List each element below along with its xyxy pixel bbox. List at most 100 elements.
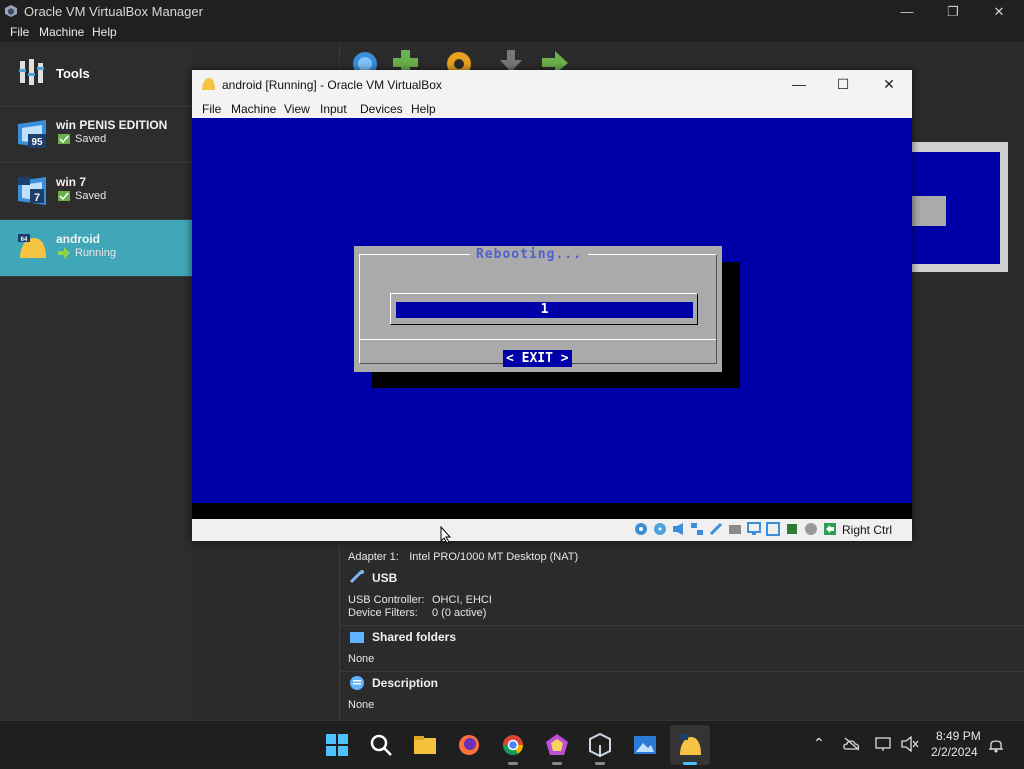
android-vm-taskbar-icon[interactable] xyxy=(678,733,702,757)
vm-state: Running xyxy=(75,247,116,259)
network-adapter-line: Adapter 1: Intel PRO/1000 MT Desktop (NA… xyxy=(348,547,578,565)
separator xyxy=(340,625,1024,626)
saved-state-icon xyxy=(58,191,70,201)
vm-name: win 7 xyxy=(56,175,87,189)
hard-disk-icon[interactable] xyxy=(634,522,648,536)
running-indicator xyxy=(508,762,518,765)
manager-minimize-button[interactable]: — xyxy=(884,0,930,23)
running-indicator xyxy=(552,762,562,765)
file-explorer-icon[interactable] xyxy=(413,733,437,757)
vm-state: Saved xyxy=(75,133,107,145)
device-filters-value: 0 (0 active) xyxy=(432,607,487,619)
vm-preview-screen xyxy=(912,152,1000,264)
description-header[interactable]: Description xyxy=(372,676,438,690)
vm-screen-border xyxy=(192,503,912,519)
audio-icon[interactable] xyxy=(672,522,686,536)
vm-menu-file[interactable]: File xyxy=(202,102,221,116)
dialog-divider xyxy=(360,339,716,340)
active-indicator xyxy=(683,762,697,765)
vm-menubar: File Machine View Input Devices Help xyxy=(192,98,912,118)
running-arrow-icon xyxy=(58,247,70,259)
menu-file[interactable]: File xyxy=(10,25,29,39)
usb-controller-label: USB Controller: xyxy=(348,594,425,606)
exit-button[interactable]: < EXIT > xyxy=(503,350,572,367)
vm-item-android[interactable]: 64 android Running xyxy=(0,220,192,277)
shared-folders-value: None xyxy=(348,653,375,665)
vm-name: win PENIS EDITION xyxy=(56,118,168,132)
shared-folders-header[interactable]: Shared folders xyxy=(372,630,456,644)
start-menu-icon[interactable] xyxy=(325,733,349,757)
keyboard-capture-icon[interactable] xyxy=(823,522,837,536)
onedrive-offline-icon[interactable] xyxy=(843,737,861,751)
vm-item-win7[interactable]: 7 win 7 Saved xyxy=(0,163,192,220)
app-icon[interactable] xyxy=(545,733,569,757)
vm-preview-dialog xyxy=(912,196,946,226)
vm-minimize-button[interactable]: — xyxy=(776,70,822,98)
vm-menu-input[interactable]: Input xyxy=(320,102,347,116)
vm-menu-view[interactable]: View xyxy=(284,102,310,116)
virtualbox-icon[interactable] xyxy=(588,733,612,757)
network-status-icon[interactable] xyxy=(875,736,893,752)
description-value: None xyxy=(348,699,375,711)
clock-time[interactable]: 8:49 PM xyxy=(936,729,981,743)
progress-gauge-value: 1 xyxy=(396,302,693,318)
show-hidden-icons-icon[interactable]: ⌃ xyxy=(813,735,825,752)
dialog-title: Rebooting... xyxy=(470,247,588,262)
vm-name: android xyxy=(56,232,100,246)
vm-close-button[interactable]: ✕ xyxy=(866,70,912,98)
vm-window: android [Running] - Oracle VM VirtualBox… xyxy=(192,70,912,541)
notification-bell-icon[interactable] xyxy=(988,737,1004,753)
usb-controller-value: OHCI, EHCI xyxy=(432,594,492,606)
vm-statusbar: Right Ctrl xyxy=(192,519,912,541)
windows-7-os-icon: 7 xyxy=(18,177,46,205)
cpu-icon[interactable] xyxy=(785,522,799,536)
usb-header[interactable]: USB xyxy=(372,571,397,585)
manager-titlebar: Oracle VM VirtualBox Manager — ❐ ✕ xyxy=(0,0,1024,23)
os-badge: 64 xyxy=(21,237,28,243)
manager-maximize-button[interactable]: ❐ xyxy=(930,0,976,23)
adapter-value: Intel PRO/1000 MT Desktop (NAT) xyxy=(409,551,579,563)
volume-muted-icon[interactable] xyxy=(901,736,919,752)
shared-folder-icon xyxy=(350,632,364,643)
clock-date[interactable]: 2/2/2024 xyxy=(931,745,978,759)
dialog-frame: Rebooting... 1 < EXIT > xyxy=(359,247,717,367)
vm-item-win95[interactable]: 95 win PENIS EDITION Saved xyxy=(0,106,192,163)
vm-maximize-button[interactable]: ☐ xyxy=(820,70,866,98)
vm-guest-screen[interactable]: Rebooting... 1 < EXIT > xyxy=(192,118,912,503)
running-indicator xyxy=(595,762,605,765)
manager-close-button[interactable]: ✕ xyxy=(976,0,1022,23)
network-icon[interactable] xyxy=(690,522,704,536)
chrome-icon[interactable] xyxy=(501,733,525,757)
optical-drive-icon[interactable] xyxy=(653,522,667,536)
host-key-label: Right Ctrl xyxy=(842,523,893,537)
recording-icon[interactable] xyxy=(766,522,780,536)
shared-folders-status-icon[interactable] xyxy=(728,522,742,536)
usb-status-icon[interactable] xyxy=(709,522,723,536)
virtualbox-logo-icon xyxy=(5,5,17,17)
mouse-integration-icon[interactable] xyxy=(804,522,818,536)
android-os-icon: 64 xyxy=(18,234,46,258)
vm-menu-devices[interactable]: Devices xyxy=(360,102,403,116)
android-vm-icon xyxy=(202,78,215,90)
usb-icon xyxy=(349,570,364,584)
tools-label: Tools xyxy=(56,66,90,81)
vm-menu-help[interactable]: Help xyxy=(411,102,436,116)
vm-menu-machine[interactable]: Machine xyxy=(231,102,276,116)
os-badge: 95 xyxy=(31,137,43,148)
search-icon[interactable] xyxy=(369,733,393,757)
photos-icon[interactable] xyxy=(633,733,657,757)
tools-icon xyxy=(19,59,44,85)
progress-gauge: 1 xyxy=(390,293,698,325)
tools-item[interactable]: Tools xyxy=(0,42,192,107)
manager-menubar: File Machine Help xyxy=(0,23,1024,42)
vm-titlebar[interactable]: android [Running] - Oracle VM VirtualBox… xyxy=(192,70,912,98)
windows-95-os-icon: 95 xyxy=(18,120,46,148)
os-badge: 7 xyxy=(34,192,40,204)
menu-help[interactable]: Help xyxy=(92,25,117,39)
menu-machine[interactable]: Machine xyxy=(39,25,84,39)
vm-sidebar: Tools 95 win PENIS EDITION Saved 7 win 7… xyxy=(0,42,192,720)
vm-state: Saved xyxy=(75,190,107,202)
display-icon[interactable] xyxy=(747,522,761,536)
firefox-icon[interactable] xyxy=(457,733,481,757)
vm-window-title: android [Running] - Oracle VM VirtualBox xyxy=(222,78,442,92)
